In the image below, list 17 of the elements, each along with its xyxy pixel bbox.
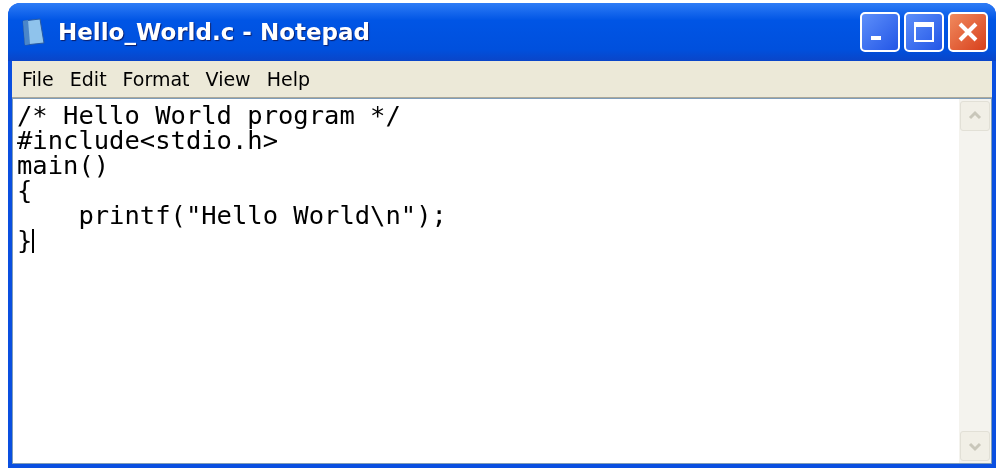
window-title: Hello_World.c - Notepad	[58, 17, 370, 47]
code-line: printf("Hello World\n");	[77, 200, 447, 230]
minimize-button[interactable]	[860, 12, 900, 52]
menu-item[interactable]: File	[16, 64, 60, 94]
minimize-icon	[871, 36, 881, 40]
notepad-icon	[20, 17, 46, 47]
menu-item[interactable]: Help	[260, 64, 316, 94]
code-line: /* Hello World program */	[17, 100, 401, 130]
menu-item[interactable]: Format	[116, 64, 196, 94]
menu-item[interactable]: View	[199, 64, 257, 94]
close-icon	[957, 21, 979, 43]
maximize-icon	[913, 21, 935, 43]
close-button[interactable]	[948, 12, 988, 52]
menu-item[interactable]: Edit	[63, 64, 113, 94]
maximize-button[interactable]	[904, 12, 944, 52]
text-caret	[32, 229, 35, 253]
code-line: }	[17, 225, 33, 255]
